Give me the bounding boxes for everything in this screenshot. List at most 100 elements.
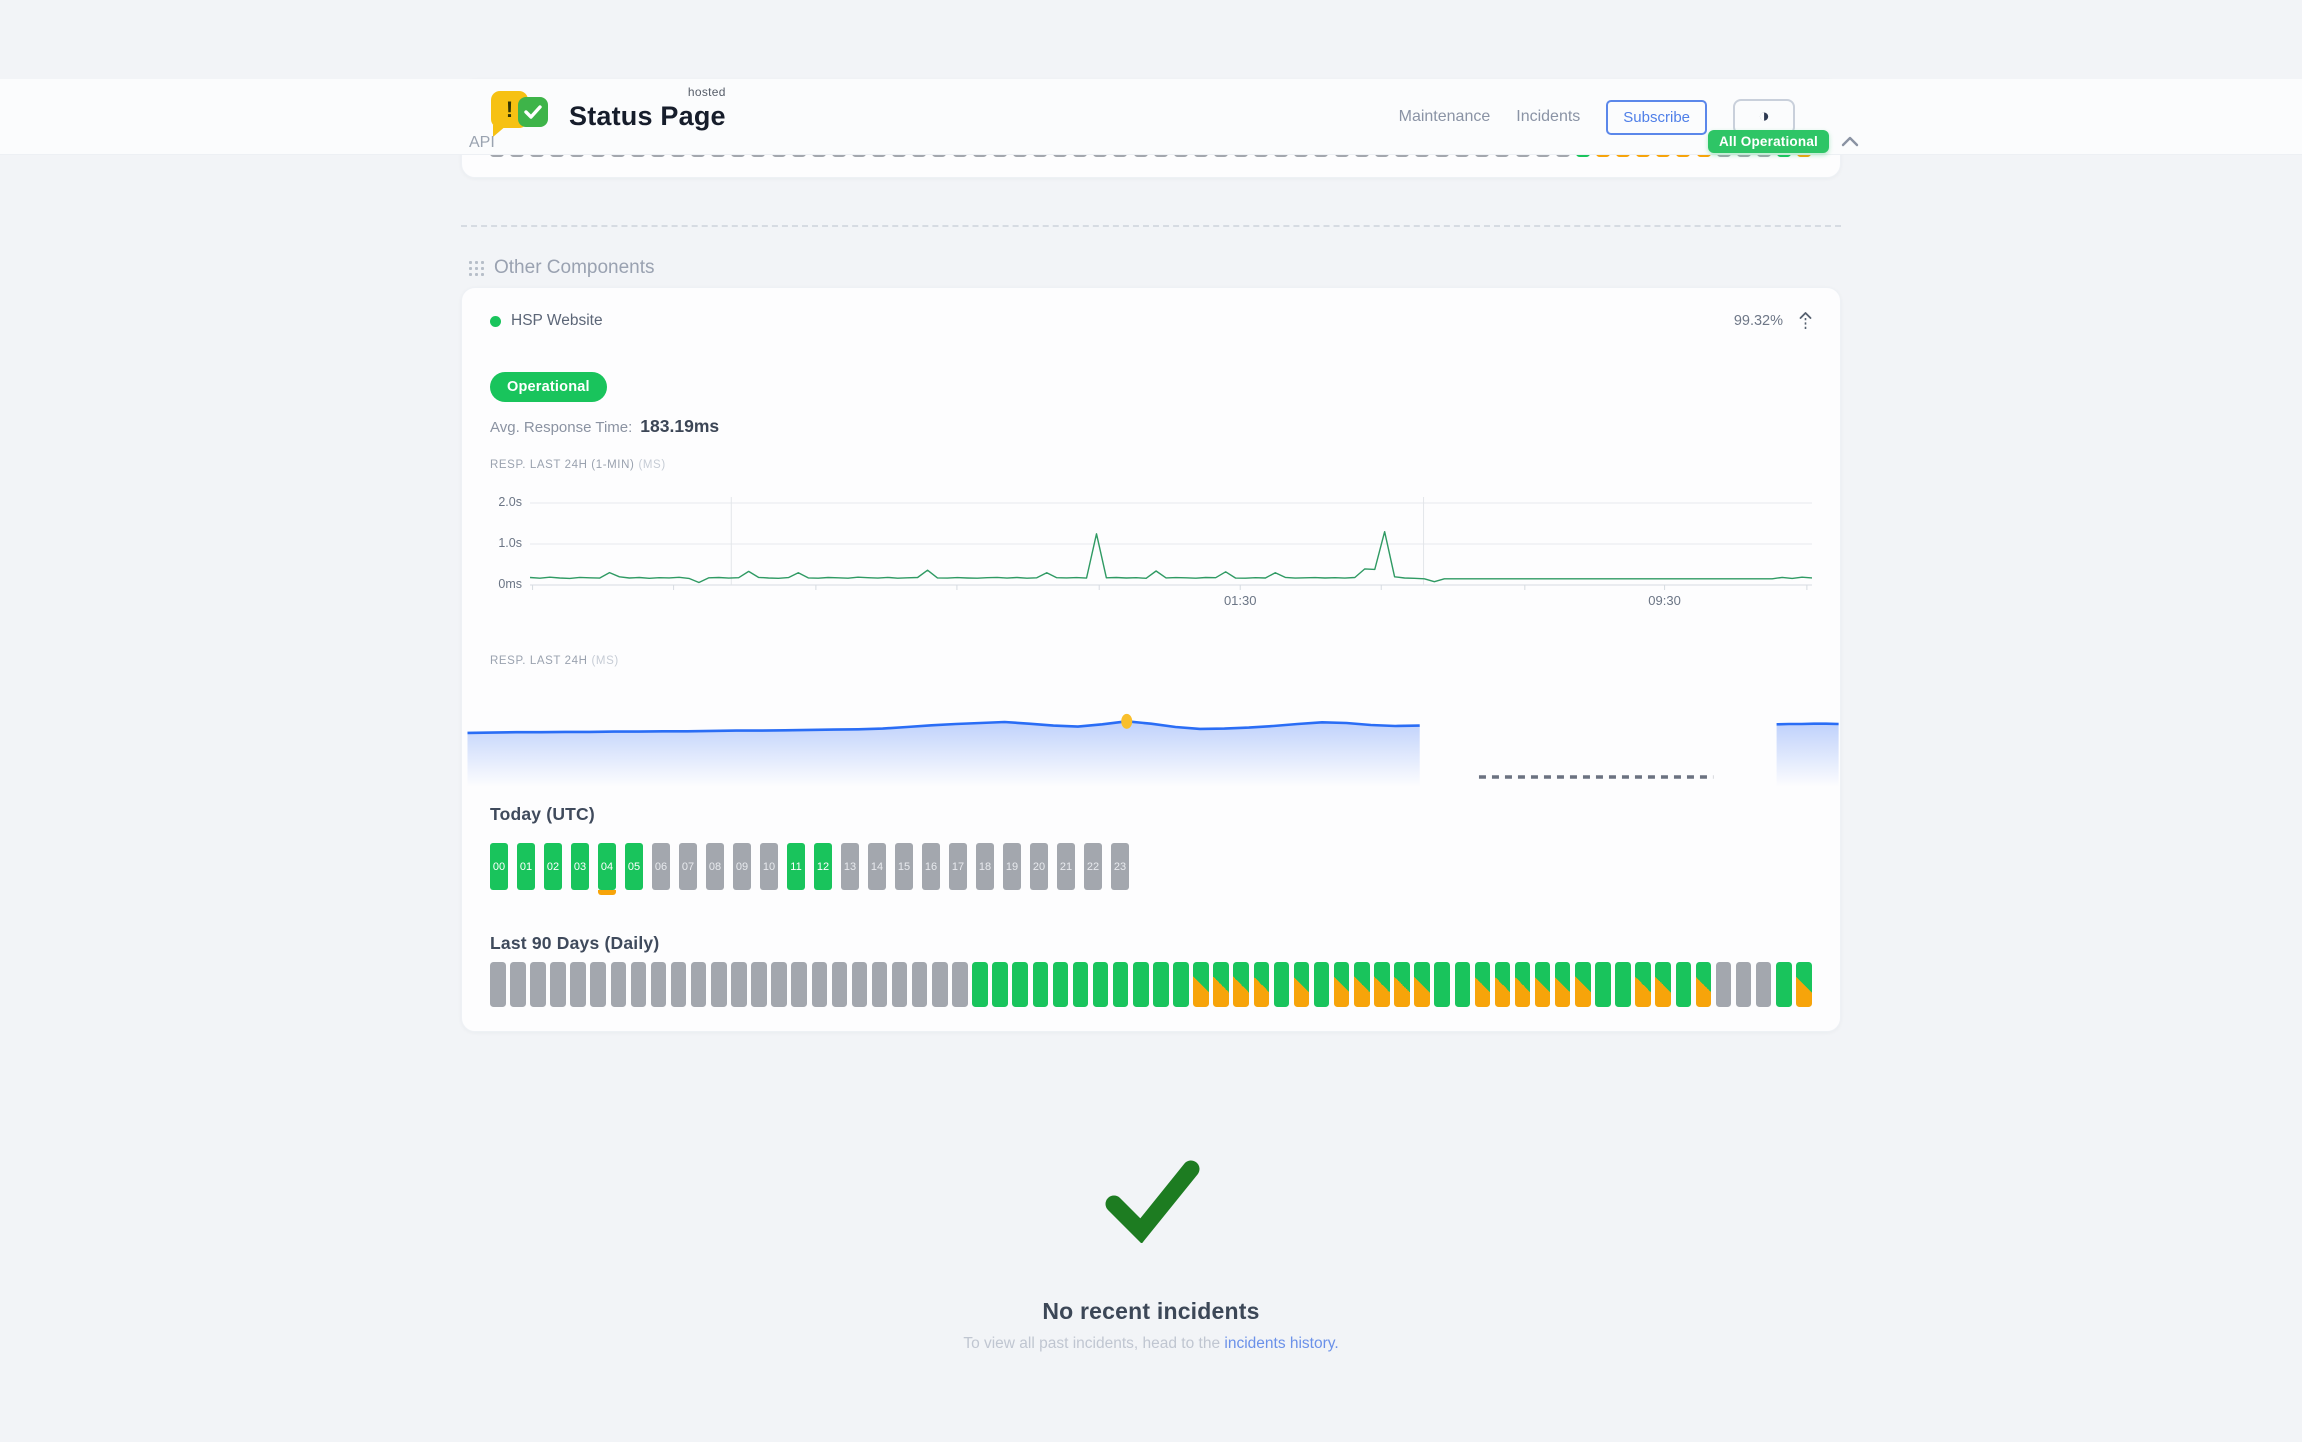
hour-block-07[interactable]: 07 bbox=[679, 843, 697, 890]
day-block-up[interactable] bbox=[1455, 962, 1471, 1007]
day-block-mix[interactable] bbox=[1294, 962, 1310, 1007]
day-block-na[interactable] bbox=[731, 962, 747, 1007]
day-block-na[interactable] bbox=[671, 962, 687, 1007]
day-block-mix[interactable] bbox=[1796, 962, 1812, 1007]
day-block-up[interactable] bbox=[992, 962, 1008, 1007]
day-block-na[interactable] bbox=[510, 962, 526, 1007]
day-block-na[interactable] bbox=[952, 962, 968, 1007]
hour-block-21[interactable]: 21 bbox=[1057, 843, 1075, 890]
day-block-na[interactable] bbox=[751, 962, 767, 1007]
day-block-mix[interactable] bbox=[1254, 962, 1270, 1007]
day-block-na[interactable] bbox=[530, 962, 546, 1007]
hour-block-15[interactable]: 15 bbox=[895, 843, 913, 890]
day-block-mix[interactable] bbox=[1334, 962, 1350, 1007]
response-line-plot[interactable] bbox=[530, 485, 1812, 591]
hour-block-19[interactable]: 19 bbox=[1003, 843, 1021, 890]
day-block-na[interactable] bbox=[912, 962, 928, 1007]
day-block-up[interactable] bbox=[1595, 962, 1611, 1007]
response-time-chart[interactable]: 2.0s 1.0s 0ms 01:30 09:30 bbox=[490, 485, 1812, 615]
day-block-na[interactable] bbox=[590, 962, 606, 1007]
hour-block-18[interactable]: 18 bbox=[976, 843, 994, 890]
day-block-na[interactable] bbox=[932, 962, 948, 1007]
day-block-na[interactable] bbox=[550, 962, 566, 1007]
day-block-mix[interactable] bbox=[1354, 962, 1370, 1007]
day-block-up[interactable] bbox=[1676, 962, 1692, 1007]
response-history-chart[interactable] bbox=[462, 679, 1840, 794]
hour-block-09[interactable]: 09 bbox=[733, 843, 751, 890]
component-name-hsp-website[interactable]: HSP Website bbox=[511, 312, 603, 330]
hour-block-14[interactable]: 14 bbox=[868, 843, 886, 890]
status-badge[interactable]: All Operational bbox=[1708, 130, 1829, 153]
day-block-up[interactable] bbox=[1274, 962, 1290, 1007]
day-block-na[interactable] bbox=[771, 962, 787, 1007]
day-block-mix[interactable] bbox=[1233, 962, 1249, 1007]
hour-block-23[interactable]: 23 bbox=[1111, 843, 1129, 890]
hour-block-05[interactable]: 05 bbox=[625, 843, 643, 890]
hour-block-16[interactable]: 16 bbox=[922, 843, 940, 890]
hour-block-11[interactable]: 11 bbox=[787, 843, 805, 890]
day-block-up[interactable] bbox=[1073, 962, 1089, 1007]
hour-block-08[interactable]: 08 bbox=[706, 843, 724, 890]
day-block-mix[interactable] bbox=[1535, 962, 1551, 1007]
hour-block-03[interactable]: 03 bbox=[571, 843, 589, 890]
day-block-mix[interactable] bbox=[1555, 962, 1571, 1007]
day-block-na[interactable] bbox=[832, 962, 848, 1007]
day-block-up[interactable] bbox=[1053, 962, 1069, 1007]
day-block-mix[interactable] bbox=[1495, 962, 1511, 1007]
hour-block-13[interactable]: 13 bbox=[841, 843, 859, 890]
day-block-up[interactable] bbox=[1776, 962, 1792, 1007]
day-block-na[interactable] bbox=[791, 962, 807, 1007]
day-block-mix[interactable] bbox=[1193, 962, 1209, 1007]
chevron-up-icon[interactable] bbox=[1841, 136, 1859, 147]
day-block-mix[interactable] bbox=[1374, 962, 1390, 1007]
day-block-na[interactable] bbox=[490, 962, 506, 1007]
day-block-mix[interactable] bbox=[1696, 962, 1712, 1007]
day-block-na[interactable] bbox=[812, 962, 828, 1007]
nav-incidents[interactable]: Incidents bbox=[1516, 108, 1580, 126]
hour-block-00[interactable]: 00 bbox=[490, 843, 508, 890]
day-block-up[interactable] bbox=[1033, 962, 1049, 1007]
day-block-up[interactable] bbox=[1133, 962, 1149, 1007]
nav-maintenance[interactable]: Maintenance bbox=[1399, 108, 1491, 126]
day-block-na[interactable] bbox=[711, 962, 727, 1007]
day-block-mix[interactable] bbox=[1414, 962, 1430, 1007]
day-block-na[interactable] bbox=[570, 962, 586, 1007]
day-block-up[interactable] bbox=[972, 962, 988, 1007]
day-block-up[interactable] bbox=[1173, 962, 1189, 1007]
incidents-history-link[interactable]: incidents history. bbox=[1224, 1335, 1338, 1352]
day-block-na[interactable] bbox=[892, 962, 908, 1007]
day-block-mix[interactable] bbox=[1475, 962, 1491, 1007]
day-block-na[interactable] bbox=[872, 962, 888, 1007]
day-block-up[interactable] bbox=[1113, 962, 1129, 1007]
day-block-na[interactable] bbox=[631, 962, 647, 1007]
hour-block-17[interactable]: 17 bbox=[949, 843, 967, 890]
day-block-mix[interactable] bbox=[1515, 962, 1531, 1007]
day-block-up[interactable] bbox=[1012, 962, 1028, 1007]
hour-block-01[interactable]: 01 bbox=[517, 843, 535, 890]
day-block-na[interactable] bbox=[611, 962, 627, 1007]
day-block-na[interactable] bbox=[1736, 962, 1752, 1007]
chart-marker-dot[interactable] bbox=[1121, 714, 1132, 729]
hour-block-04[interactable]: 04 bbox=[598, 843, 616, 890]
day-block-mix[interactable] bbox=[1394, 962, 1410, 1007]
day-block-mix[interactable] bbox=[1635, 962, 1651, 1007]
hour-block-12[interactable]: 12 bbox=[814, 843, 832, 890]
hour-block-20[interactable]: 20 bbox=[1030, 843, 1048, 890]
hour-block-02[interactable]: 02 bbox=[544, 843, 562, 890]
day-block-mix[interactable] bbox=[1213, 962, 1229, 1007]
day-block-mix[interactable] bbox=[1655, 962, 1671, 1007]
hour-block-06[interactable]: 06 bbox=[652, 843, 670, 890]
day-block-up[interactable] bbox=[1093, 962, 1109, 1007]
arrow-up-dashed-icon[interactable] bbox=[1799, 312, 1812, 330]
day-block-na[interactable] bbox=[651, 962, 667, 1007]
day-block-up[interactable] bbox=[1434, 962, 1450, 1007]
day-block-up[interactable] bbox=[1314, 962, 1330, 1007]
day-block-mix[interactable] bbox=[1575, 962, 1591, 1007]
day-block-na[interactable] bbox=[1756, 962, 1772, 1007]
hour-block-22[interactable]: 22 bbox=[1084, 843, 1102, 890]
day-block-up[interactable] bbox=[1615, 962, 1631, 1007]
day-block-na[interactable] bbox=[1716, 962, 1732, 1007]
day-block-na[interactable] bbox=[691, 962, 707, 1007]
day-block-na[interactable] bbox=[852, 962, 868, 1007]
day-block-up[interactable] bbox=[1153, 962, 1169, 1007]
